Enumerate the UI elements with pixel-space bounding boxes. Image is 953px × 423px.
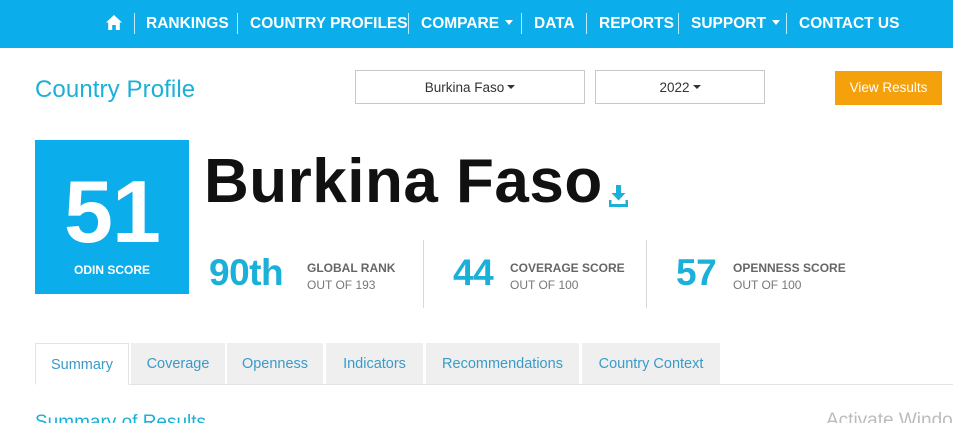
nav-data[interactable]: DATA — [534, 0, 575, 48]
global-rank-value: 90th — [209, 252, 284, 293]
chevron-down-icon — [771, 20, 780, 26]
chevron-down-icon — [505, 20, 514, 26]
nav-reports[interactable]: REPORTS — [599, 0, 674, 48]
coverage-score-value: 44 — [453, 252, 494, 293]
coverage-score-sub: OUT OF 100 — [510, 278, 579, 292]
year-select[interactable]: 2022 — [595, 70, 765, 104]
nav-separator — [786, 13, 787, 34]
tab-indicators[interactable]: Indicators — [326, 343, 423, 384]
global-rank-label: GLOBAL RANK — [307, 261, 396, 275]
odin-score-label: ODIN SCORE — [73, 263, 150, 277]
nav-support[interactable]: SUPPORT — [691, 0, 780, 48]
tab-recommendations[interactable]: Recommendations — [426, 343, 579, 384]
tabs-baseline — [35, 384, 953, 385]
page-title: Country Profile — [35, 76, 196, 103]
nav-separator — [134, 13, 135, 34]
global-rank-sub: OUT OF 193 — [307, 278, 376, 292]
tab-coverage[interactable]: Coverage — [131, 343, 225, 384]
tab-openness[interactable]: Openness — [227, 343, 323, 384]
stat-divider — [646, 240, 647, 308]
year-select-value: 2022 — [659, 80, 690, 95]
stat-divider — [423, 240, 424, 308]
nav-contact-us[interactable]: CONTACT US — [799, 0, 899, 48]
nav-separator — [678, 13, 679, 34]
home-icon[interactable] — [106, 15, 122, 30]
odin-score-card: 51 ODIN SCORE — [35, 140, 189, 294]
chevron-down-icon — [507, 85, 516, 90]
view-results-button[interactable]: View Results — [835, 71, 942, 105]
section-heading-cut: Summary of Results — [35, 412, 207, 423]
nav-separator — [408, 13, 409, 34]
tab-summary[interactable]: Summary — [35, 343, 129, 385]
windows-activation-watermark: Activate Windows — [826, 410, 953, 423]
nav-compare[interactable]: COMPARE — [421, 0, 514, 48]
top-navigation-bar: RANKINGS COUNTRY PROFILES COMPARE DATA R… — [0, 0, 953, 48]
openness-score-value: 57 — [676, 252, 717, 293]
nav-separator — [521, 13, 522, 34]
country-name-heading: Burkina Faso — [204, 147, 603, 216]
nav-rankings[interactable]: RANKINGS — [146, 0, 229, 48]
tab-country-context[interactable]: Country Context — [582, 343, 720, 384]
chevron-down-icon — [692, 85, 701, 90]
odin-score-value: 51 — [64, 162, 161, 261]
nav-separator — [237, 13, 238, 34]
coverage-score-label: COVERAGE SCORE — [510, 261, 625, 275]
download-icon[interactable] — [608, 185, 629, 208]
country-select[interactable]: Burkina Faso — [355, 70, 585, 104]
country-select-value: Burkina Faso — [424, 80, 505, 95]
openness-score-label: OPENNESS SCORE — [733, 261, 846, 275]
nav-separator — [586, 13, 587, 34]
nav-country-profiles[interactable]: COUNTRY PROFILES — [250, 0, 408, 48]
openness-score-sub: OUT OF 100 — [733, 278, 802, 292]
